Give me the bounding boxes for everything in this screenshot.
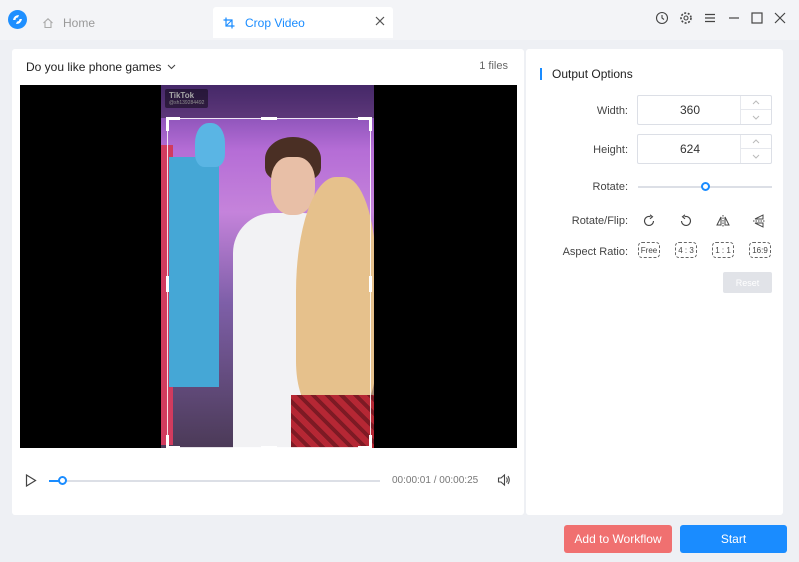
rotate-label: Rotate:: [592, 181, 628, 193]
play-icon[interactable]: [25, 474, 37, 487]
flip-vertical-icon: [753, 214, 765, 228]
chevron-up-icon: [752, 139, 760, 144]
minimize-icon[interactable]: [727, 11, 741, 25]
tab-close-icon[interactable]: [375, 16, 385, 26]
section-title: Output Options: [540, 68, 633, 80]
width-increment-button[interactable]: [741, 96, 771, 110]
close-icon[interactable]: [773, 11, 787, 25]
tab-crop-video[interactable]: Crop Video: [213, 7, 393, 38]
add-to-workflow-button[interactable]: Add to Workflow: [564, 525, 672, 553]
menu-icon[interactable]: [703, 11, 717, 25]
crop-handle-top[interactable]: [261, 117, 277, 120]
tab-crop-label: Crop Video: [245, 15, 305, 30]
flip-horizontal-button[interactable]: [714, 212, 732, 230]
crop-box[interactable]: [166, 117, 372, 448]
crop-handle-tl-v[interactable]: [166, 117, 169, 131]
crop-icon: [223, 17, 235, 28]
height-stepper: [740, 135, 771, 163]
aspect-1-1-button[interactable]: 1 : 1: [712, 242, 734, 258]
chevron-down-icon: [168, 64, 176, 70]
rotate-flip-label: Rotate/Flip:: [571, 215, 628, 227]
file-count: 1 files: [479, 60, 508, 72]
chevron-down-icon: [752, 154, 760, 159]
maximize-icon[interactable]: [750, 11, 764, 25]
width-decrement-button[interactable]: [741, 110, 771, 124]
aspect-4-3-button[interactable]: 4 : 3: [675, 242, 697, 258]
rotate-clockwise-icon: [643, 214, 655, 226]
player-controls: 00:00:01 / 00:00:25: [12, 469, 524, 493]
progress-bar[interactable]: [49, 476, 380, 485]
crop-handle-right[interactable]: [369, 276, 372, 292]
height-label: Height:: [593, 144, 628, 156]
width-stepper: [740, 96, 771, 124]
rotate-slider-knob[interactable]: [701, 182, 710, 191]
tab-home[interactable]: Home: [42, 7, 210, 38]
gear-icon[interactable]: [679, 11, 693, 25]
history-icon[interactable]: [655, 11, 669, 25]
height-field: [637, 134, 772, 164]
flip-horizontal-icon: [716, 215, 730, 227]
aspect-16-9-button[interactable]: 16:9: [749, 242, 771, 258]
crop-shade: [161, 85, 374, 118]
crop-handle-br-v[interactable]: [369, 435, 372, 448]
app-logo-icon: [8, 10, 27, 29]
title-bar: Home Crop Video: [0, 0, 799, 40]
width-input[interactable]: [638, 96, 742, 124]
preview-panel: Do you like phone games 1 files TikTok @…: [12, 49, 524, 515]
height-input[interactable]: [638, 135, 742, 163]
video-preview: TikTok @sh139284492: [20, 85, 517, 448]
crop-handle-tr-v[interactable]: [369, 117, 372, 131]
start-button[interactable]: Start: [680, 525, 787, 553]
volume-icon[interactable]: [497, 473, 511, 487]
rotate-slider[interactable]: [638, 182, 772, 191]
file-title: Do you like phone games: [26, 60, 162, 74]
flip-vertical-button[interactable]: [750, 212, 768, 230]
output-options-panel: Output Options Width: Height: Rotate: Ro…: [526, 49, 783, 515]
file-selector[interactable]: Do you like phone games: [26, 60, 176, 74]
width-label: Width:: [596, 105, 628, 117]
time-readout: 00:00:01 / 00:00:25: [392, 475, 479, 486]
tab-home-label: Home: [63, 15, 96, 30]
height-increment-button[interactable]: [741, 135, 771, 149]
crop-handle-bottom[interactable]: [261, 446, 277, 448]
crop-handle-bl-v[interactable]: [166, 435, 169, 448]
progress-knob[interactable]: [58, 476, 68, 485]
aspect-free-button[interactable]: Free: [638, 242, 660, 258]
chevron-up-icon: [752, 100, 760, 105]
height-decrement-button[interactable]: [741, 149, 771, 163]
home-icon: [43, 17, 53, 28]
crop-handle-left[interactable]: [166, 276, 169, 292]
rotate-right-button[interactable]: [640, 212, 658, 230]
rotate-counterclockwise-icon: [680, 214, 692, 226]
width-field: [637, 95, 772, 125]
rotate-left-button[interactable]: [677, 212, 695, 230]
reset-button[interactable]: Reset: [723, 272, 772, 293]
aspect-ratio-label: Aspect Ratio:: [562, 246, 628, 258]
chevron-down-icon: [752, 115, 760, 120]
